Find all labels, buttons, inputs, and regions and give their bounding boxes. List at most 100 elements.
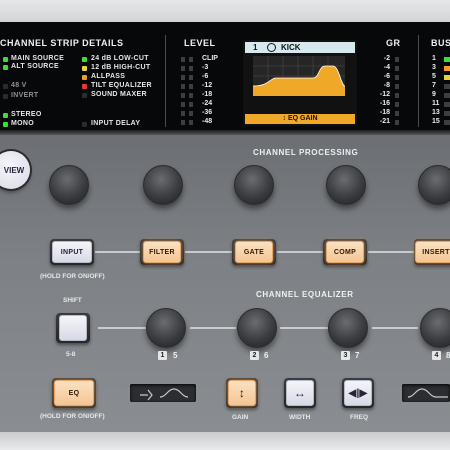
level-scale-label: -6	[202, 73, 209, 80]
width-button[interactable]: ↔	[284, 378, 316, 408]
comp-button[interactable]: COMP	[323, 239, 367, 265]
bus-led	[444, 75, 450, 80]
eq-band-knob-3[interactable]	[328, 308, 368, 348]
level-meter-segment	[189, 93, 193, 98]
screen-title-bar: 1 KICK	[245, 42, 355, 53]
band-num-2: 6	[264, 351, 269, 360]
high-shelf-icon	[407, 388, 448, 398]
phantom-led	[3, 84, 8, 89]
shift-range-label: 5-8	[66, 351, 76, 358]
level-meter-segment	[189, 120, 193, 125]
eq-band-knob-1[interactable]	[146, 308, 186, 348]
filter-button[interactable]: FILTER	[140, 239, 184, 265]
shift-label: SHIFT	[63, 297, 82, 304]
processing-knob-5[interactable]	[418, 165, 450, 205]
mono-led	[3, 122, 8, 127]
bus-led	[444, 84, 450, 89]
processing-knob-3[interactable]	[234, 165, 274, 205]
gain-label: GAIN	[232, 414, 249, 421]
band-num-3: 7	[355, 351, 360, 360]
gr-meter-segment	[395, 120, 399, 125]
insert-button[interactable]: INSERT	[414, 239, 450, 265]
gr-title: GR	[386, 38, 401, 48]
tilt-eq-led	[82, 84, 87, 89]
eq-band-knob-2[interactable]	[237, 308, 277, 348]
bus-number: 3	[432, 64, 436, 71]
gr-meter-segment	[395, 111, 399, 116]
level-meter-segment	[181, 57, 185, 62]
processing-knob-1[interactable]	[49, 165, 89, 205]
gr-scale-label: -6	[383, 73, 390, 80]
high-shelf-indicator	[402, 384, 450, 402]
stereo-led	[3, 113, 8, 118]
bus-led	[444, 57, 450, 62]
signal-line	[280, 327, 328, 329]
high-cut-label: 12 dB HIGH-CUT	[91, 64, 151, 71]
filter-label: FILTER	[143, 241, 181, 263]
gain-button[interactable]: ↕	[226, 378, 258, 408]
band-num-1: 5	[173, 351, 178, 360]
eq-button[interactable]: EQ	[52, 378, 96, 408]
gr-scale-label: -2	[383, 55, 390, 62]
gate-button[interactable]: GATE	[232, 239, 276, 265]
width-label: WIDTH	[289, 414, 311, 421]
freq-button[interactable]: ◀|▶	[342, 378, 374, 408]
signal-line	[277, 251, 325, 253]
signal-line	[368, 251, 416, 253]
channel-strip-details-title: CHANNEL STRIP DETAILS	[0, 38, 124, 48]
gr-meter-segment	[395, 84, 399, 89]
band-box-3: 3	[341, 351, 350, 360]
mono-label: MONO	[11, 120, 34, 127]
low-cut-label: 24 dB LOW-CUT	[91, 55, 149, 62]
gr-meter-segment	[395, 57, 399, 62]
level-title: LEVEL	[184, 38, 216, 48]
channel-number: 1	[253, 43, 258, 52]
comp-label: COMP	[326, 241, 364, 263]
eq-hold-hint: (HOLD FOR ON/OFF)	[40, 413, 105, 420]
eq-gain-footer: ↕ EQ GAIN	[245, 114, 355, 124]
bus-led	[444, 120, 450, 125]
band-num-4: 8	[446, 351, 450, 360]
level-scale-label: -48	[202, 118, 213, 125]
main-source-led	[3, 57, 8, 62]
level-meter-segment	[181, 93, 185, 98]
bus-led	[444, 111, 450, 116]
gr-scale-label: -18	[379, 109, 390, 116]
sound-maxer-label: SOUND MAXER	[91, 91, 147, 98]
phantom-label: 48 V	[11, 82, 27, 89]
gain-arrow-icon: ↕	[228, 380, 256, 406]
alt-source-led	[3, 65, 8, 70]
level-meter-segment	[189, 57, 193, 62]
freq-icon: ◀|▶	[344, 380, 372, 406]
gr-scale-label: -21	[379, 118, 390, 125]
input-label: INPUT	[52, 241, 92, 263]
sound-maxer-led	[82, 93, 87, 98]
level-scale-label: -3	[202, 64, 209, 71]
level-meter-segment	[181, 120, 185, 125]
signal-line	[372, 327, 418, 329]
channel-processing-title: CHANNEL PROCESSING	[253, 148, 359, 157]
gr-scale-label: -8	[383, 82, 390, 89]
shift-button[interactable]	[56, 313, 90, 343]
input-delay-led	[82, 122, 87, 127]
signal-line	[95, 251, 143, 253]
band-box-4: 4	[432, 351, 441, 360]
level-meter-segment	[189, 102, 193, 107]
bus-led	[444, 66, 450, 71]
processing-knob-2[interactable]	[143, 165, 183, 205]
band-box-1: 1	[158, 351, 167, 360]
channel-equalizer-title: CHANNEL EQUALIZER	[256, 290, 354, 299]
processing-knob-4[interactable]	[326, 165, 366, 205]
width-arrow-icon: ↔	[286, 380, 314, 406]
channel-name: KICK	[281, 43, 301, 52]
bus-number: 5	[432, 73, 436, 80]
eq-curve-icon	[252, 56, 346, 96]
signal-line	[98, 327, 146, 329]
main-source-label: MAIN SOURCE	[11, 55, 65, 62]
level-meter-segment	[181, 75, 185, 80]
signal-line	[185, 251, 233, 253]
input-button[interactable]: INPUT	[50, 239, 94, 265]
eq-gain-label: EQ GAIN	[287, 115, 318, 122]
bus-number: 13	[432, 109, 440, 116]
low-cut-led	[82, 57, 87, 62]
